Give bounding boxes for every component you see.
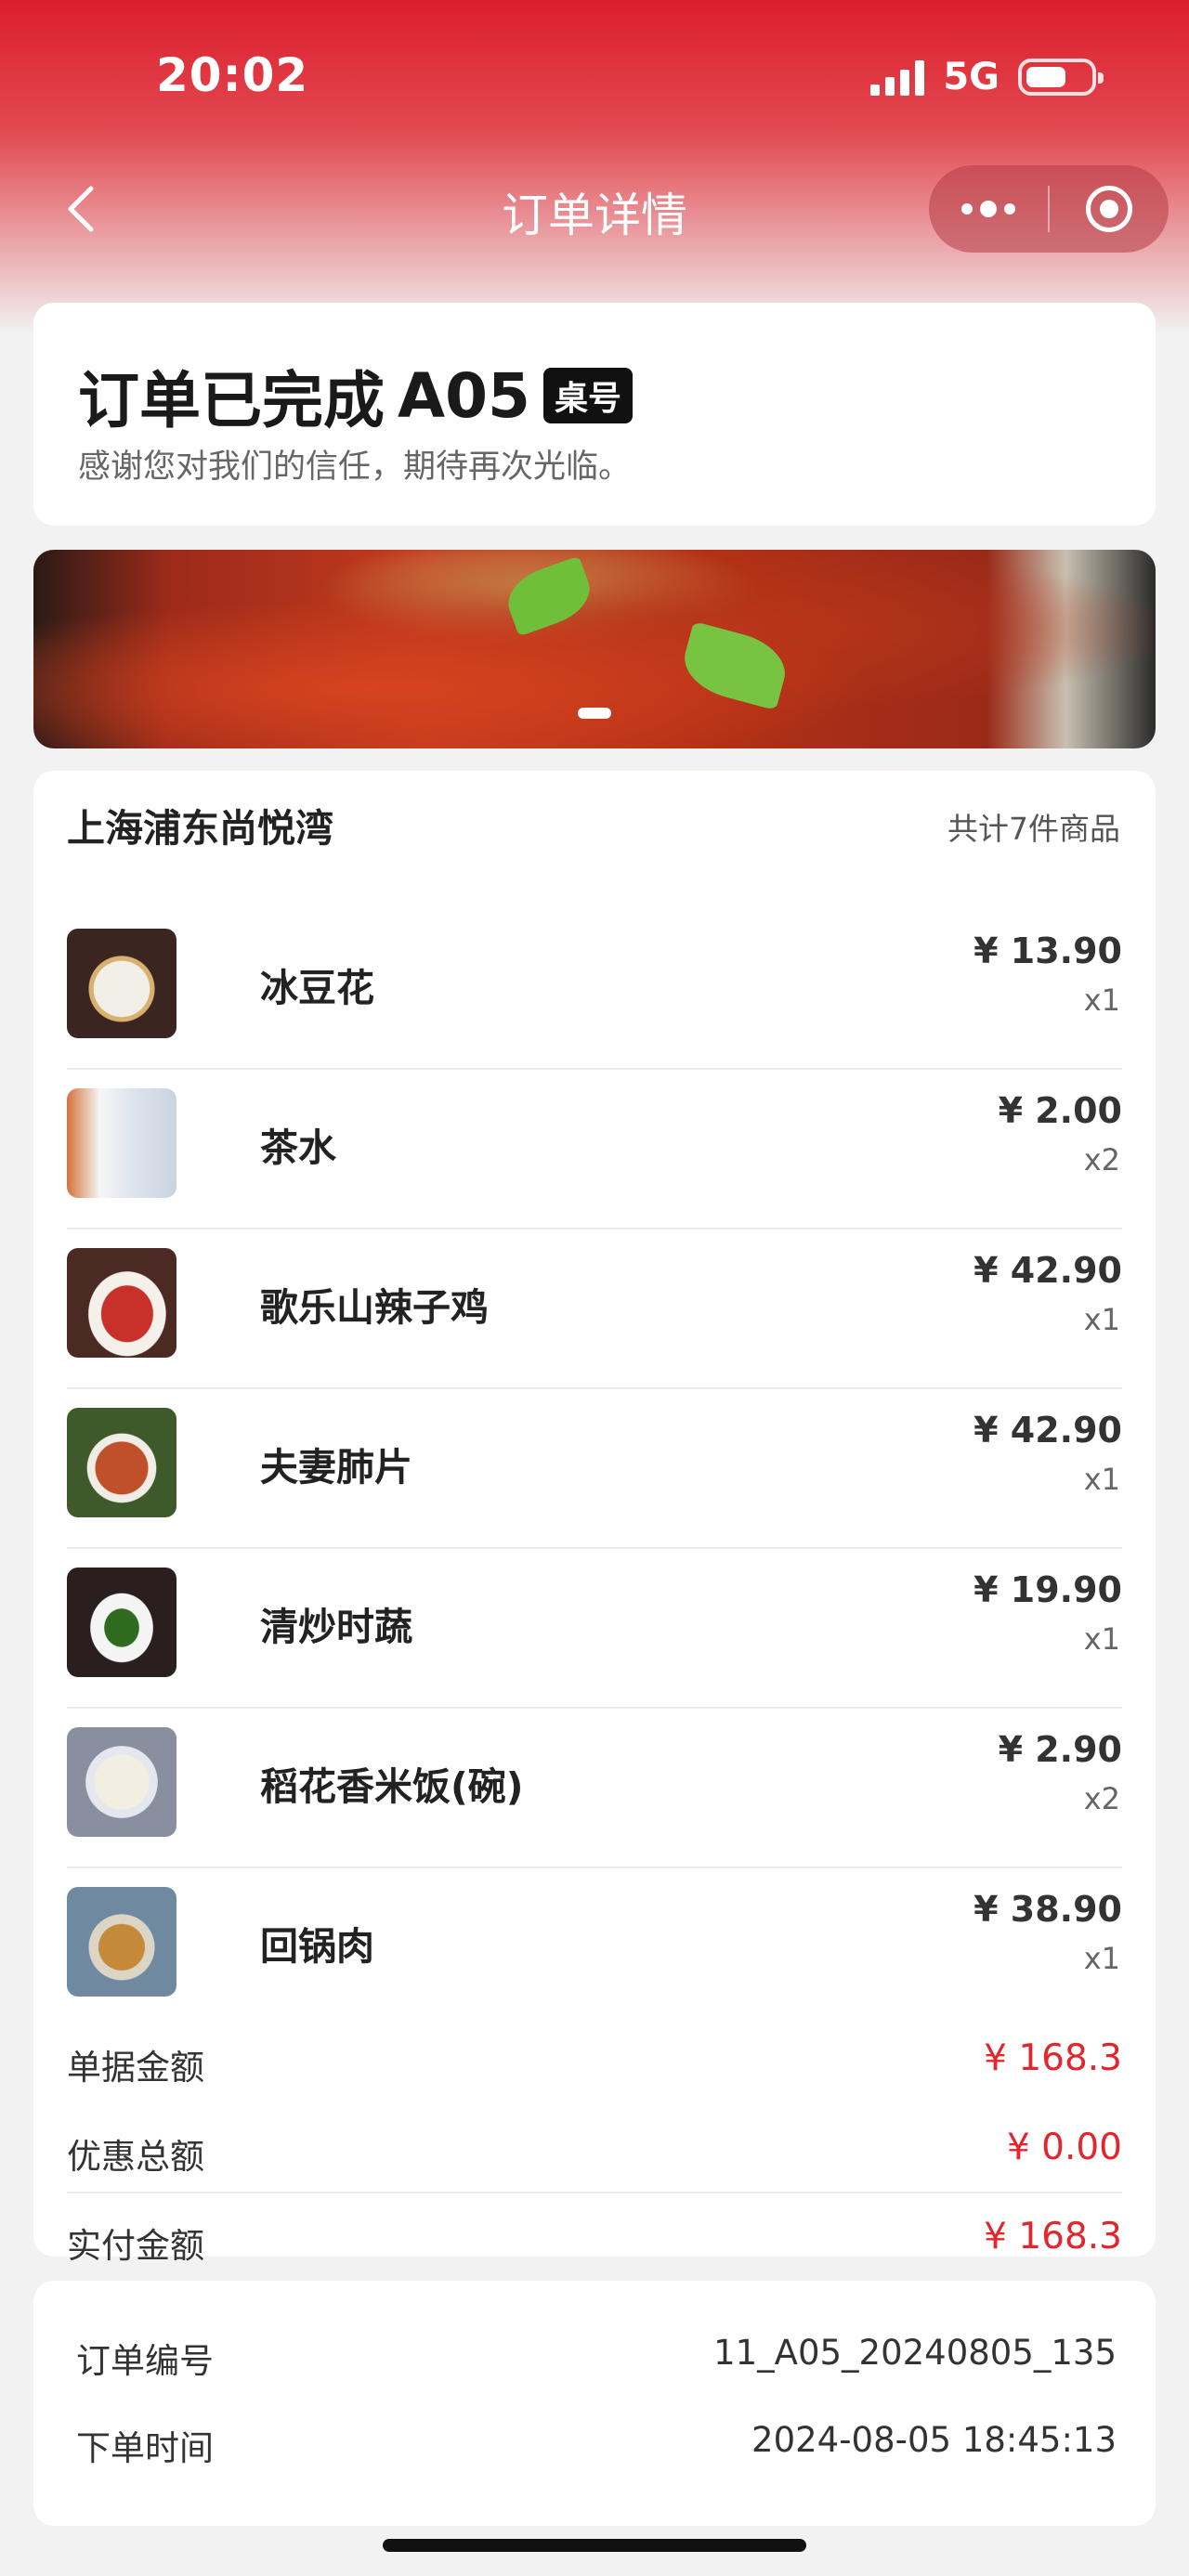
order-info-card: 订单编号 11_A05_20240805_135 下单时间 2024-08-05…	[33, 2281, 1156, 2526]
paid-amount-label: 实付金额	[67, 2226, 204, 2266]
dish-quantity: x1	[1083, 1621, 1120, 1657]
more-dots-icon-right	[1004, 203, 1015, 215]
table-badge: 桌号	[542, 368, 633, 423]
paid-amount-value: ¥ 168.3	[984, 2216, 1122, 2257]
order-time-label: 下单时间	[76, 2428, 214, 2468]
dish-price: ¥ 42.90	[973, 1410, 1122, 1451]
dish-quantity: x1	[1083, 1462, 1120, 1497]
amount-summary: 单据金额 ¥ 168.3 优惠总额 ¥ 0.00 实付金额 ¥ 168.3	[67, 2015, 1122, 2283]
home-indicator[interactable]	[383, 2539, 806, 2552]
dish-name: 歌乐山辣子鸡	[260, 1285, 489, 1330]
bill-amount-row: 单据金额 ¥ 168.3	[67, 2015, 1122, 2104]
list-item: 歌乐山辣子鸡 ¥ 42.90 x1	[67, 1229, 1122, 1389]
mini-program-capsule	[929, 165, 1169, 253]
dish-image	[67, 1088, 176, 1198]
store-name: 上海浦东尚悦湾	[67, 806, 333, 851]
dish-image	[67, 1568, 176, 1677]
status-indicators: 5G	[870, 56, 1104, 98]
item-list: 冰豆花 ¥ 13.90 x1 茶水 ¥ 2.00 x2 歌乐山辣子鸡 ¥ 42.…	[67, 910, 1122, 2028]
dish-price: ¥ 2.90	[998, 1729, 1122, 1770]
dish-name: 茶水	[260, 1125, 336, 1170]
discount-amount-label: 优惠总额	[67, 2137, 204, 2177]
order-status-title: 订单已完成 A05 桌号	[78, 351, 633, 440]
more-dots-icon	[961, 203, 973, 215]
dish-price: ¥ 13.90	[973, 930, 1122, 971]
list-item: 清炒时蔬 ¥ 19.90 x1	[67, 1549, 1122, 1709]
order-number-label: 订单编号	[76, 2341, 214, 2381]
list-item: 回锅肉 ¥ 38.90 x1	[67, 1868, 1122, 2028]
item-count: 共计7件商品	[947, 811, 1120, 847]
dish-name: 冰豆花	[260, 966, 374, 1010]
dish-price: ¥ 42.90	[973, 1250, 1122, 1291]
dish-quantity: x2	[1083, 1781, 1120, 1816]
paid-amount-row: 实付金额 ¥ 168.3	[67, 2193, 1122, 2283]
order-status-text: 订单已完成	[78, 365, 385, 436]
banner-decoration	[676, 620, 793, 711]
thank-you-message: 感谢您对我们的信任，期待再次光临。	[78, 449, 632, 486]
order-time-value: 2024-08-05 18:45:13	[751, 2420, 1117, 2460]
bill-amount-value: ¥ 168.3	[984, 2037, 1122, 2079]
dish-price: ¥ 2.00	[998, 1090, 1122, 1131]
dish-image	[67, 929, 176, 1038]
dish-name: 清炒时蔬	[260, 1605, 412, 1649]
dish-quantity: x1	[1083, 1302, 1120, 1337]
close-miniapp-button[interactable]	[1050, 165, 1169, 253]
dish-name: 稻花香米饭(碗)	[260, 1764, 524, 1809]
status-time: 20:02	[156, 48, 309, 102]
more-dots-icon-center	[980, 201, 997, 217]
target-circle-icon	[1086, 186, 1132, 232]
network-type: 5G	[943, 56, 1000, 98]
dish-image	[67, 1248, 176, 1358]
discount-amount-value: ¥ 0.00	[1006, 2127, 1122, 2168]
bill-amount-label: 单据金额	[67, 2048, 204, 2088]
list-item: 冰豆花 ¥ 13.90 x1	[67, 910, 1122, 1070]
battery-icon	[1018, 59, 1104, 96]
signal-icon	[870, 59, 925, 96]
dish-quantity: x1	[1083, 1941, 1120, 1976]
banner-decoration	[500, 555, 598, 637]
dish-image	[67, 1887, 176, 1997]
list-item: 茶水 ¥ 2.00 x2	[67, 1070, 1122, 1229]
dish-name: 夫妻肺片	[260, 1445, 412, 1490]
dish-image	[67, 1408, 176, 1517]
list-item: 夫妻肺片 ¥ 42.90 x1	[67, 1389, 1122, 1549]
order-detail-page: 20:02 5G 订单详情 订单已完成 A05 桌号 感谢您对我们的信任，期待再…	[0, 0, 1189, 2576]
order-number-row: 订单编号 11_A05_20240805_135	[76, 2333, 1117, 2388]
dish-price: ¥ 38.90	[973, 1889, 1122, 1930]
order-items-card: 上海浦东尚悦湾 共计7件商品 冰豆花 ¥ 13.90 x1 茶水 ¥ 2.00 …	[33, 771, 1156, 2266]
order-status-card: 订单已完成 A05 桌号 感谢您对我们的信任，期待再次光临。	[33, 303, 1156, 526]
dish-image	[67, 1727, 176, 1837]
dish-quantity: x2	[1083, 1142, 1120, 1177]
more-button[interactable]	[929, 165, 1048, 253]
order-time-row: 下单时间 2024-08-05 18:45:13	[76, 2420, 1117, 2476]
list-item: 稻花香米饭(碗) ¥ 2.90 x2	[67, 1709, 1122, 1868]
order-number-value[interactable]: 11_A05_20240805_135	[713, 2333, 1117, 2373]
dish-quantity: x1	[1083, 982, 1120, 1018]
dish-name: 回锅肉	[260, 1924, 374, 1969]
discount-amount-row: 优惠总额 ¥ 0.00	[67, 2104, 1122, 2193]
dish-price: ¥ 19.90	[973, 1569, 1122, 1610]
header: 20:02 5G 订单详情	[0, 0, 1189, 334]
table-number: A05	[398, 359, 530, 432]
banner-page-indicator	[578, 708, 611, 719]
promo-banner[interactable]	[33, 550, 1156, 748]
